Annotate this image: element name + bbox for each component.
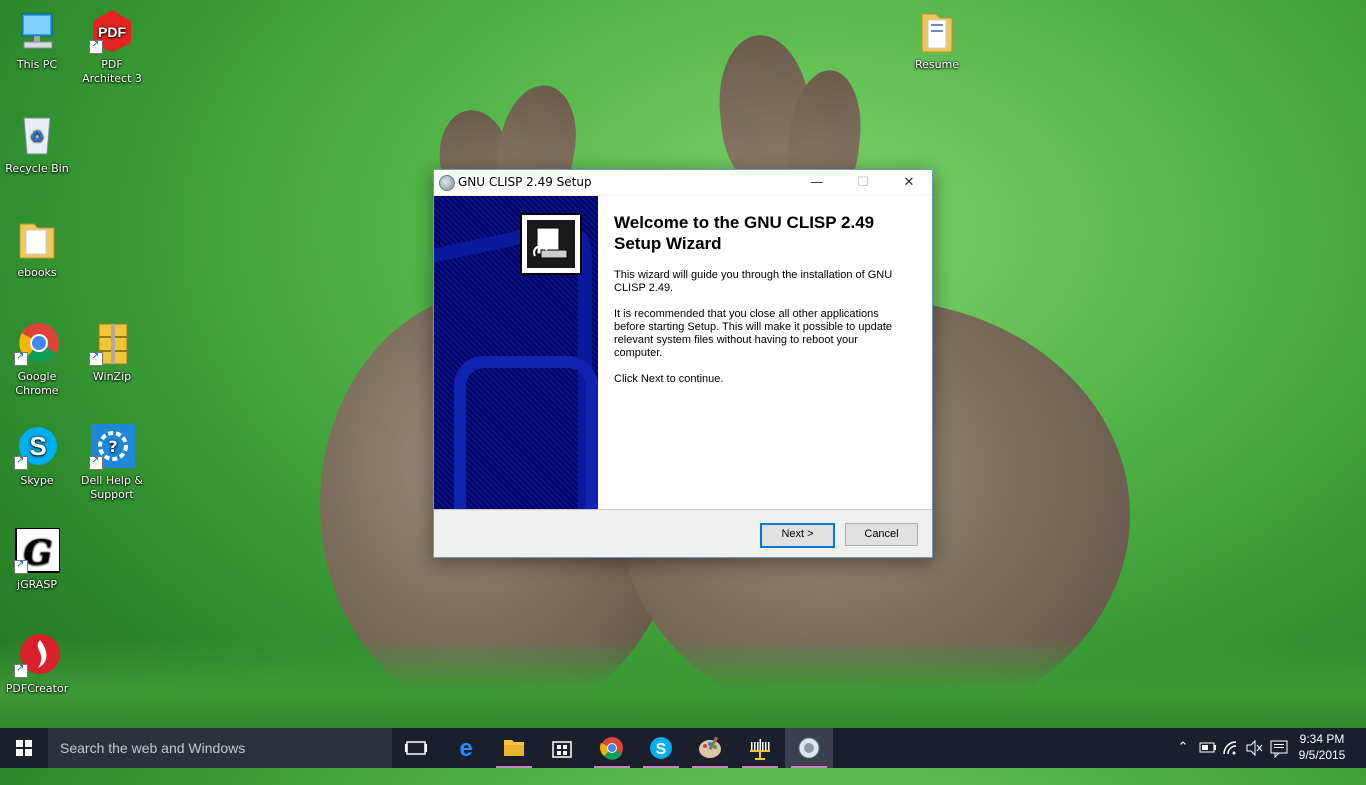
svg-text:?: ? bbox=[108, 437, 117, 456]
clock-date: 9/5/2015 bbox=[1298, 748, 1346, 762]
windows-logo-icon bbox=[16, 740, 32, 756]
minimize-button[interactable]: — bbox=[794, 170, 840, 195]
desktop-icon-pdf-architect[interactable]: PDF PDF Architect 3 bbox=[75, 8, 149, 86]
wizard-heading: Welcome to the GNU CLISP 2.49 Setup Wiza… bbox=[614, 213, 875, 253]
pdfcreator-icon bbox=[14, 632, 60, 678]
svg-text:♻: ♻ bbox=[30, 127, 44, 146]
shortcut-arrow-icon bbox=[89, 454, 103, 470]
maximize-button[interactable]: ☐ bbox=[840, 170, 886, 195]
desktop-icon-label: Google Chrome bbox=[15, 370, 59, 397]
desktop-icon-ebooks[interactable]: ebooks bbox=[0, 216, 74, 280]
shortcut-arrow-icon bbox=[14, 558, 28, 574]
wizard-content: Welcome to the GNU CLISP 2.49 Setup Wiza… bbox=[598, 196, 932, 509]
desktop-icon-label: PDFCreator bbox=[5, 682, 69, 695]
folder-icon bbox=[14, 216, 60, 262]
wizard-banner bbox=[434, 196, 598, 509]
desktop-icon-label: Resume bbox=[914, 58, 960, 71]
shortcut-arrow-icon bbox=[14, 350, 28, 366]
action-center-icon[interactable] bbox=[1268, 728, 1290, 768]
show-hidden-icons-chevron-icon[interactable]: ⌃ bbox=[1172, 728, 1194, 768]
svg-text:e: e bbox=[459, 735, 472, 762]
shortcut-arrow-icon bbox=[14, 454, 28, 470]
desktop-icon-label: ebooks bbox=[17, 266, 57, 279]
pdf-architect-icon: PDF bbox=[89, 8, 135, 54]
recycle-bin-icon: ♻ bbox=[14, 112, 60, 158]
chrome-icon bbox=[14, 320, 60, 366]
desktop-icon-recycle-bin[interactable]: ♻ Recycle Bin bbox=[0, 112, 74, 176]
skype-icon: S bbox=[14, 424, 60, 470]
setup-window[interactable]: GNU CLISP 2.49 Setup — ☐ ✕ Welcome to th… bbox=[433, 169, 933, 558]
button-bar-divider bbox=[434, 509, 932, 510]
desktop-icon-label: WinZip bbox=[92, 370, 132, 383]
taskbar-clock[interactable]: 9:34 PM 9/5/2015 bbox=[1298, 731, 1346, 763]
clisp-app-icon bbox=[439, 175, 455, 191]
task-view-icon[interactable] bbox=[392, 728, 440, 768]
banner-decoration bbox=[454, 356, 598, 509]
start-button[interactable] bbox=[0, 728, 48, 768]
close-button[interactable]: ✕ bbox=[886, 170, 932, 195]
desktop-icon-pdfcreator[interactable]: PDFCreator bbox=[0, 632, 74, 696]
window-title: GNU CLISP 2.49 Setup bbox=[458, 175, 592, 189]
dell-help-icon: ? bbox=[89, 424, 135, 470]
chrome-icon[interactable] bbox=[588, 728, 636, 768]
shortcut-arrow-icon bbox=[89, 38, 103, 54]
file-explorer-icon[interactable] bbox=[490, 728, 538, 768]
desktop-icon-google-chrome[interactable]: Google Chrome bbox=[0, 320, 74, 398]
wizard-intro-text: This wizard will guide you through the i… bbox=[614, 269, 893, 294]
svg-text:S: S bbox=[656, 741, 667, 758]
desktop-icon-winzip[interactable]: WinZip bbox=[75, 320, 149, 384]
desktop-icon-dell-help[interactable]: ? Dell Help & Support bbox=[75, 424, 149, 502]
volume-muted-icon[interactable] bbox=[1243, 728, 1265, 768]
folder-icon bbox=[914, 8, 960, 54]
desktop-icon-label: This PC bbox=[16, 58, 58, 71]
cancel-button[interactable]: Cancel bbox=[845, 523, 918, 546]
desktop-icon-label: Dell Help & Support bbox=[81, 474, 143, 501]
shortcut-arrow-icon bbox=[89, 350, 103, 366]
search-box[interactable]: Search the web and Windows bbox=[48, 728, 392, 768]
desktop-icon-label: jGRASP bbox=[17, 578, 57, 591]
desktop-icon-this-pc[interactable]: This PC bbox=[0, 8, 74, 72]
winzip-icon bbox=[89, 320, 135, 366]
wallpaper-grass bbox=[0, 638, 1366, 728]
window-titlebar[interactable]: GNU CLISP 2.49 Setup — ☐ ✕ bbox=[434, 170, 932, 195]
paint-icon[interactable] bbox=[686, 728, 734, 768]
svg-text:S: S bbox=[29, 431, 46, 461]
this-pc-icon bbox=[14, 8, 60, 54]
jgrasp-icon: G bbox=[14, 527, 61, 574]
wizard-continue-text: Click Next to continue. bbox=[614, 373, 724, 385]
wizard-recommendation-text: It is recommended that you close all oth… bbox=[614, 308, 893, 359]
desktop-icon-label: Recycle Bin bbox=[5, 162, 69, 175]
edge-icon[interactable]: e bbox=[442, 728, 490, 768]
store-icon[interactable] bbox=[538, 728, 586, 768]
taskbar: Search the web and Windows e S ⌃ 9:34 PM… bbox=[0, 728, 1366, 768]
wifi-icon[interactable] bbox=[1220, 728, 1242, 768]
pdf-badge-text: PDF bbox=[98, 24, 126, 40]
desktop-icon-resume[interactable]: Resume bbox=[900, 8, 974, 72]
clisp-setup-icon[interactable] bbox=[785, 728, 833, 768]
battery-icon[interactable] bbox=[1196, 728, 1220, 768]
next-button[interactable]: Next > bbox=[760, 523, 835, 548]
shortcut-arrow-icon bbox=[14, 662, 28, 678]
skype-icon[interactable]: S bbox=[637, 728, 685, 768]
menorah-icon[interactable] bbox=[736, 728, 784, 768]
clock-time: 9:34 PM bbox=[1299, 732, 1345, 746]
desktop-icon-skype[interactable]: S Skype bbox=[0, 424, 74, 488]
desktop-icon-label: Skype bbox=[20, 474, 54, 487]
setup-logo-icon bbox=[520, 213, 582, 275]
desktop-icon-jgrasp[interactable]: G jGRASP bbox=[0, 527, 74, 592]
desktop-icon-label: PDF Architect 3 bbox=[82, 58, 142, 85]
